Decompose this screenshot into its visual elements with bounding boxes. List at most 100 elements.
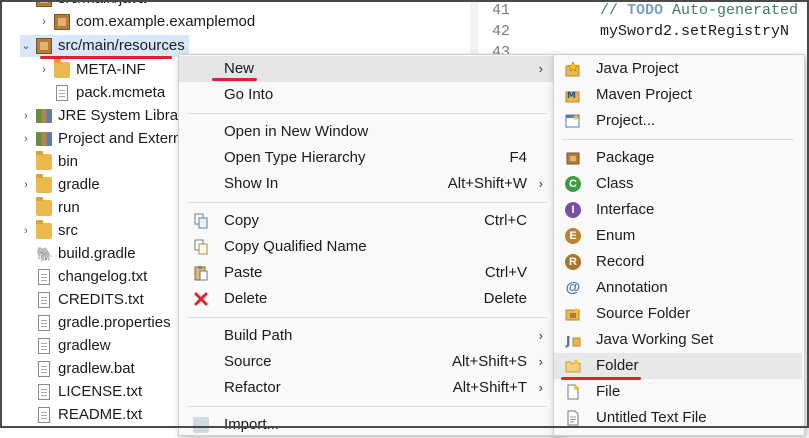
chevron-right-icon: › <box>538 380 543 395</box>
tree-item-readme[interactable]: README.txt <box>36 404 142 426</box>
tree-item-src-main-resources[interactable]: ⌄ src/main/resources <box>20 35 189 57</box>
copy-qualified-icon <box>194 239 208 255</box>
submenu-item-project[interactable]: Project... <box>554 108 802 134</box>
menu-item-build-path[interactable]: Build Path › <box>179 323 555 349</box>
chevron-right-icon[interactable]: › <box>38 11 50 33</box>
tree-item-src[interactable]: › src <box>20 220 78 242</box>
file-icon <box>56 85 68 101</box>
menu-item-label: Open in New Window <box>224 123 369 140</box>
file-icon <box>38 292 50 308</box>
menu-item-copy-qualified-name[interactable]: Copy Qualified Name <box>179 234 555 260</box>
chevron-right-icon[interactable]: › <box>20 174 32 196</box>
submenu-item-untitled-text-file[interactable]: Untitled Text File <box>554 405 802 431</box>
project-icon <box>565 114 580 128</box>
menu-item-label: Refactor <box>224 379 281 396</box>
submenu-item-annotation[interactable]: @ Annotation <box>554 275 802 301</box>
tree-item-label: src/main/resources <box>58 37 185 54</box>
submenu-item-folder[interactable]: Folder <box>554 353 802 379</box>
submenu-item-class[interactable]: C Class <box>554 171 802 197</box>
java-project-icon <box>565 61 580 77</box>
menu-item-label: Copy Qualified Name <box>224 238 367 255</box>
tree-item-src-main-java[interactable]: ⌄ src/main/java <box>20 0 146 10</box>
submenu-item-label: Java Project <box>596 60 679 77</box>
chevron-down-icon[interactable]: ⌄ <box>20 0 32 10</box>
tree-item-label: META-INF <box>76 61 146 78</box>
comment-text: Auto-generated <box>663 2 799 19</box>
submenu-item-source-folder[interactable]: Source Folder <box>554 301 802 327</box>
menu-item-go-into[interactable]: Go Into <box>179 82 555 108</box>
submenu-item-record[interactable]: R Record <box>554 249 802 275</box>
submenu-item-label: Java Working Set <box>596 331 714 348</box>
tree-item-label: gradlew <box>58 337 111 354</box>
text-file-icon <box>567 410 579 426</box>
submenu-item-package[interactable]: Package <box>554 145 802 171</box>
menu-item-label: Import... <box>224 416 280 433</box>
menu-item-label: Open Type Hierarchy <box>224 149 366 166</box>
submenu-item-file[interactable]: File <box>554 379 802 405</box>
submenu-item-java-project[interactable]: Java Project <box>554 56 802 82</box>
menu-shortcut: Ctrl+V <box>484 264 527 281</box>
chevron-down-icon[interactable]: ⌄ <box>20 35 32 57</box>
menu-item-label: Copy <box>224 212 260 229</box>
tree-item-meta-inf[interactable]: › META-INF <box>38 59 146 81</box>
menu-shortcut: F4 <box>509 149 527 166</box>
tree-item-label: gradle.properties <box>58 314 171 331</box>
menu-shortcut: Alt+Shift+W <box>447 175 527 192</box>
submenu-item-maven-project[interactable]: M Maven Project <box>554 82 802 108</box>
submenu-item-label: Class <box>596 175 634 192</box>
menu-item-open-new-window[interactable]: Open in New Window <box>179 119 555 145</box>
delete-icon <box>194 292 208 306</box>
library-icon <box>36 132 52 146</box>
tree-item-bin[interactable]: bin <box>36 151 78 173</box>
context-menu: New › Go Into Open in New Window Open Ty… <box>178 54 558 436</box>
menu-item-label: Delete <box>224 290 268 307</box>
chevron-right-icon[interactable]: › <box>20 220 32 242</box>
tree-item-run[interactable]: run <box>36 197 80 219</box>
menu-separator <box>187 113 547 114</box>
chevron-right-icon[interactable]: › <box>20 105 32 127</box>
menu-item-label: Paste <box>224 264 263 281</box>
record-icon: R <box>565 254 581 270</box>
menu-shortcut: Delete <box>483 290 527 307</box>
menu-item-open-type-hierarchy[interactable]: Open Type Hierarchy F4 <box>179 145 555 171</box>
tree-item-credits[interactable]: CREDITS.txt <box>36 289 144 311</box>
submenu-item-interface[interactable]: I Interface <box>554 197 802 223</box>
menu-item-show-in[interactable]: Show In Alt+Shift+W › <box>179 171 555 197</box>
menu-shortcut: Alt+Shift+S <box>451 353 527 370</box>
tree-item-build-gradle[interactable]: 🐘 build.gradle <box>36 243 136 265</box>
submenu-item-label: Project... <box>596 112 656 129</box>
chevron-right-icon[interactable]: › <box>20 128 32 150</box>
menu-shortcut: Alt+Shift+T <box>452 379 527 396</box>
menu-item-import[interactable]: Import... <box>179 412 555 438</box>
tree-item-pack-mcmeta[interactable]: pack.mcmeta <box>54 82 165 104</box>
tree-item-gradlew-bat[interactable]: gradlew.bat <box>36 358 135 380</box>
tree-item-project-external[interactable]: › Project and Extern <box>20 128 181 150</box>
menu-item-copy[interactable]: Copy Ctrl+C <box>179 208 555 234</box>
submenu-item-label: Annotation <box>596 279 668 296</box>
file-icon <box>567 384 579 400</box>
folder-icon <box>36 151 52 170</box>
chevron-right-icon[interactable]: › <box>38 59 50 81</box>
tree-item-gradle[interactable]: › gradle <box>20 174 100 196</box>
submenu-item-java-working-set[interactable]: J Java Working Set <box>554 327 802 353</box>
annotation-icon: @ <box>565 279 581 296</box>
submenu-item-enum[interactable]: E Enum <box>554 223 802 249</box>
line-number: 41 <box>491 2 510 19</box>
chevron-right-icon: › <box>538 354 543 369</box>
tree-item-label: build.gradle <box>58 245 136 262</box>
tree-item-license[interactable]: LICENSE.txt <box>36 381 142 403</box>
menu-item-source[interactable]: Source Alt+Shift+S › <box>179 349 555 375</box>
menu-item-delete[interactable]: Delete Delete <box>179 286 555 312</box>
enum-icon: E <box>565 228 581 244</box>
tree-item-package[interactable]: › com.example.examplemod <box>38 11 255 33</box>
menu-separator <box>187 406 547 407</box>
menu-item-refactor[interactable]: Refactor Alt+Shift+T › <box>179 375 555 401</box>
import-icon <box>193 417 209 433</box>
tree-item-changelog[interactable]: changelog.txt <box>36 266 147 288</box>
tree-item-gradle-properties[interactable]: gradle.properties <box>36 312 171 334</box>
todo-tag: TODO <box>627 2 664 19</box>
tree-item-jre[interactable]: › JRE System Library <box>20 105 190 127</box>
menu-item-paste[interactable]: Paste Ctrl+V <box>179 260 555 286</box>
tree-item-gradlew[interactable]: gradlew <box>36 335 111 357</box>
tree-item-label: com.example.examplemod <box>76 13 256 30</box>
